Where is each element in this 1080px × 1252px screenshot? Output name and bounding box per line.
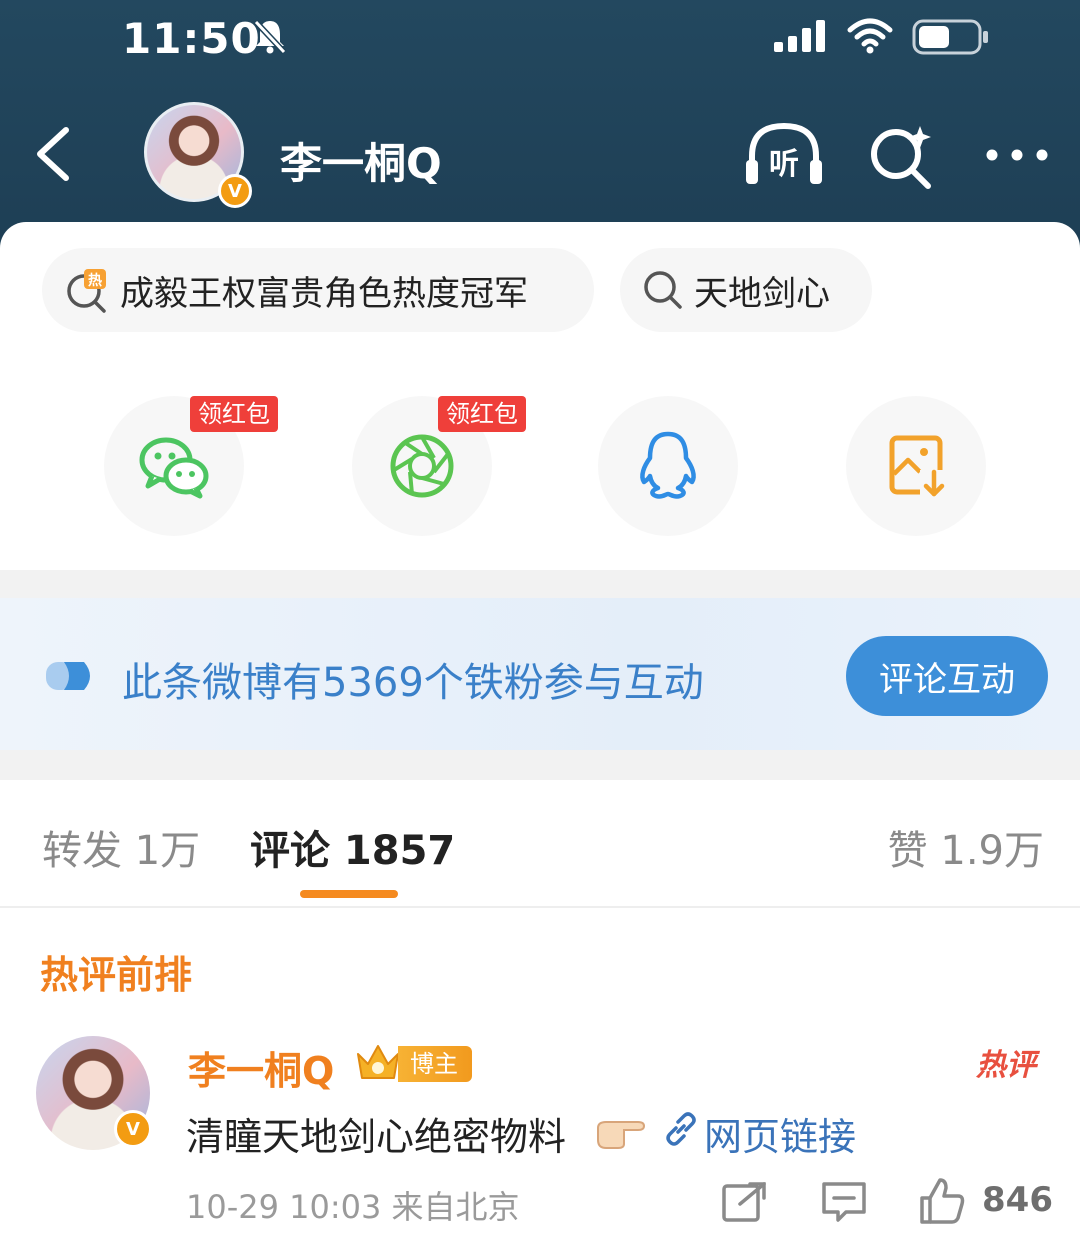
topic-label: 成毅王权富贵角色热度冠军 [120, 273, 528, 314]
fan-interaction-text: 此条微博有5369个铁粉参与互动 [122, 660, 704, 706]
fan-badge-icon [46, 662, 90, 690]
topic-label: 天地剑心 [694, 273, 830, 314]
topic-chip-search[interactable]: 天地剑心 [620, 248, 872, 332]
listen-icon[interactable]: 听 [742, 120, 826, 190]
share-qq-button[interactable] [598, 396, 738, 536]
save-image-button[interactable] [846, 396, 986, 536]
signal-icon [774, 20, 825, 52]
pointing-hand-icon [597, 1121, 646, 1149]
web-link[interactable]: 网页链接 [704, 1106, 856, 1161]
svg-text:热: 热 [88, 272, 102, 289]
qq-icon [640, 431, 696, 499]
verified-badge-icon: V [114, 1110, 152, 1148]
hot-search-icon: 热 [67, 269, 106, 313]
red-packet-tag: 领红包 [190, 396, 278, 432]
battery-icon [912, 19, 988, 55]
active-tab-indicator [300, 890, 398, 898]
hot-comment-tag: 热评 [976, 1048, 1036, 1083]
wifi-icon [847, 18, 893, 54]
like-thumb-icon[interactable] [916, 1176, 966, 1226]
save-image-icon [889, 435, 946, 500]
header-username[interactable]: 李一桐Q [280, 130, 442, 191]
hot-comments-label: 热评前排 [40, 953, 193, 997]
moments-icon [390, 434, 454, 498]
tab-likes[interactable]: 赞 1.9万 [888, 818, 1044, 876]
link-icon [666, 1112, 696, 1146]
comment-avatar[interactable]: V [36, 1036, 152, 1150]
topic-chip-hot[interactable]: 热 成毅王权富贵角色热度冠军 [42, 248, 594, 332]
more-dots-icon[interactable] [984, 140, 1050, 170]
search-icon [644, 271, 682, 309]
like-count: 846 [982, 1180, 1053, 1220]
search-sparkle-icon[interactable] [866, 122, 936, 192]
verified-badge-icon: V [218, 174, 252, 208]
forward-icon[interactable] [720, 1180, 768, 1224]
blogger-badge: 博主 [398, 1046, 472, 1082]
reply-comment-icon[interactable] [820, 1180, 868, 1224]
comment-interact-button[interactable]: 评论互动 [846, 636, 1048, 716]
status-time: 11:50 [122, 14, 261, 63]
section-divider [0, 750, 1080, 780]
bell-muted-icon [253, 19, 287, 55]
comment-username[interactable]: 李一桐Q [188, 1040, 334, 1095]
tab-comments[interactable]: 评论 1857 [250, 818, 455, 876]
comment-meta: 10-29 10:03 来自北京 [186, 1188, 520, 1226]
tab-forward[interactable]: 转发 1万 [42, 818, 200, 876]
red-packet-tag: 领红包 [438, 396, 526, 432]
crown-icon [357, 1045, 399, 1079]
wechat-icon [139, 437, 209, 499]
header-avatar[interactable]: V [144, 102, 252, 208]
svg-text:听: 听 [769, 147, 799, 182]
back-chevron-icon[interactable] [30, 122, 78, 186]
section-divider [0, 570, 1080, 598]
comment-text: 清瞳天地剑心绝密物料 [186, 1115, 567, 1159]
